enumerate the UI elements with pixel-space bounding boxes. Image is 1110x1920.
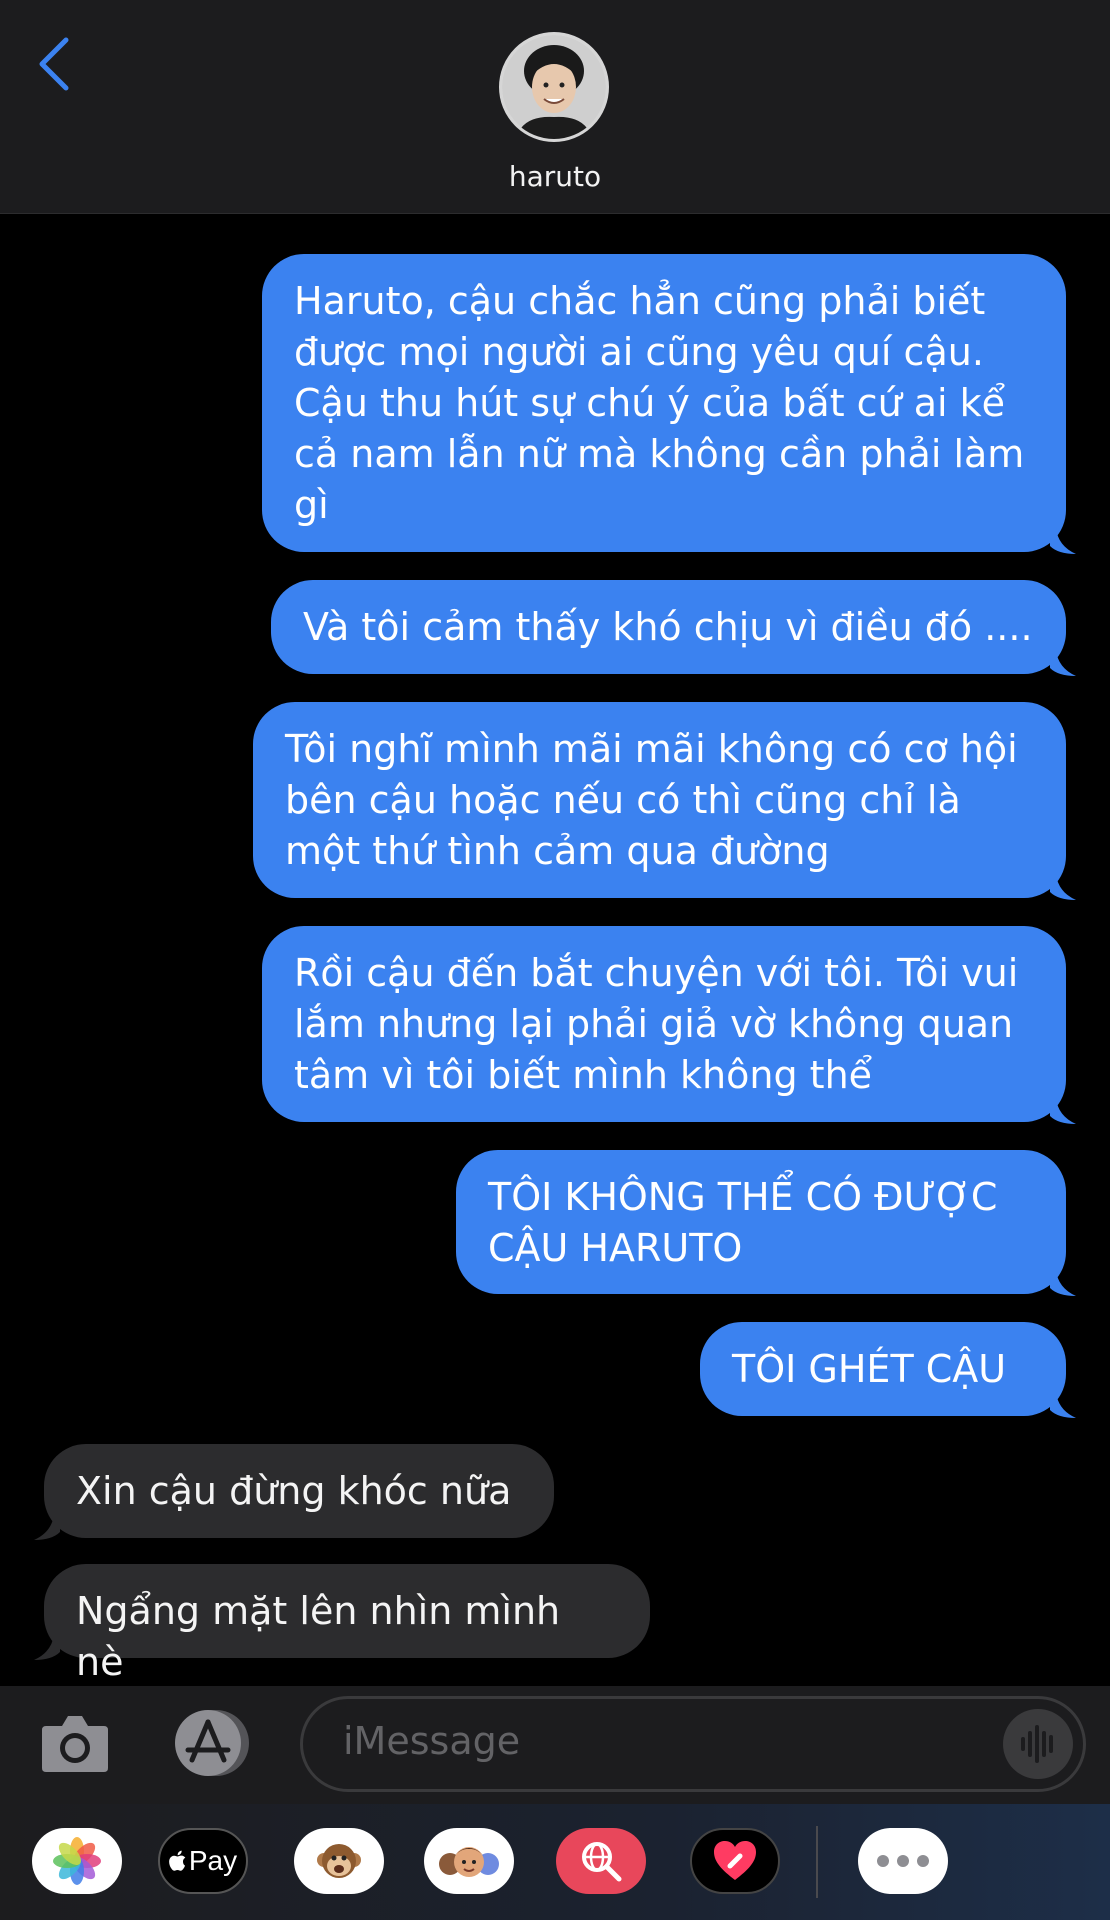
web-search-icon[interactable] bbox=[556, 1828, 646, 1894]
memoji-icon[interactable] bbox=[424, 1828, 514, 1894]
bubble-tail bbox=[1050, 1098, 1076, 1124]
message-bubble-sent[interactable]: Tôi nghĩ mình mãi mãi không có cơ hội bê… bbox=[253, 702, 1066, 898]
camera-icon[interactable] bbox=[40, 1712, 110, 1774]
apple-pay-label: Pay bbox=[188, 1845, 238, 1876]
message-bubble-received[interactable]: Xin cậu đừng khóc nữa bbox=[44, 1444, 554, 1538]
animoji-monkey-icon[interactable] bbox=[294, 1828, 384, 1894]
message-bubble-sent[interactable]: Và tôi cảm thấy khó chịu vì điều đó .... bbox=[271, 580, 1066, 674]
bubble-tail bbox=[1050, 1270, 1076, 1296]
conversation-header: haruto bbox=[0, 0, 1110, 214]
bubble-tail bbox=[1050, 874, 1076, 900]
chevron-left-icon[interactable] bbox=[34, 34, 74, 94]
bubble-tail bbox=[34, 1514, 60, 1540]
avatar[interactable] bbox=[499, 32, 609, 142]
message-bubble-sent[interactable]: TÔI KHÔNG THỂ CÓ ĐƯỢC CẬU HARUTO bbox=[456, 1150, 1066, 1294]
bubble-tail bbox=[34, 1634, 60, 1660]
waveform-icon[interactable] bbox=[1003, 1709, 1073, 1779]
digital-touch-icon[interactable] bbox=[690, 1828, 780, 1894]
bubble-tail bbox=[1050, 650, 1076, 676]
message-input[interactable]: iMessage bbox=[300, 1696, 1086, 1792]
compose-bar: iMessage bbox=[0, 1686, 1110, 1804]
apple-pay-icon[interactable]: Pay bbox=[158, 1828, 248, 1894]
photos-icon[interactable] bbox=[32, 1828, 122, 1894]
message-bubble-received[interactable]: Ngẩng mặt lên nhìn mình nè bbox=[44, 1564, 650, 1684]
tray-divider bbox=[816, 1826, 818, 1898]
contact-name[interactable]: haruto bbox=[0, 160, 1110, 193]
bubble-tail bbox=[1050, 1392, 1076, 1418]
app-store-icon[interactable] bbox=[168, 1708, 256, 1778]
app-drawer: Pay bbox=[0, 1804, 1110, 1920]
more-icon[interactable] bbox=[858, 1828, 948, 1894]
message-bubble-sent[interactable]: Rồi cậu đến bắt chuyện với tôi. Tôi vui … bbox=[262, 926, 1066, 1122]
bubble-tail bbox=[1050, 528, 1076, 554]
message-input-placeholder: iMessage bbox=[343, 1719, 521, 1763]
message-bubble-sent[interactable]: Haruto, cậu chắc hẳn cũng phải biết được… bbox=[262, 254, 1066, 552]
message-bubble-sent[interactable]: TÔI GHÉT CẬU bbox=[700, 1322, 1066, 1416]
